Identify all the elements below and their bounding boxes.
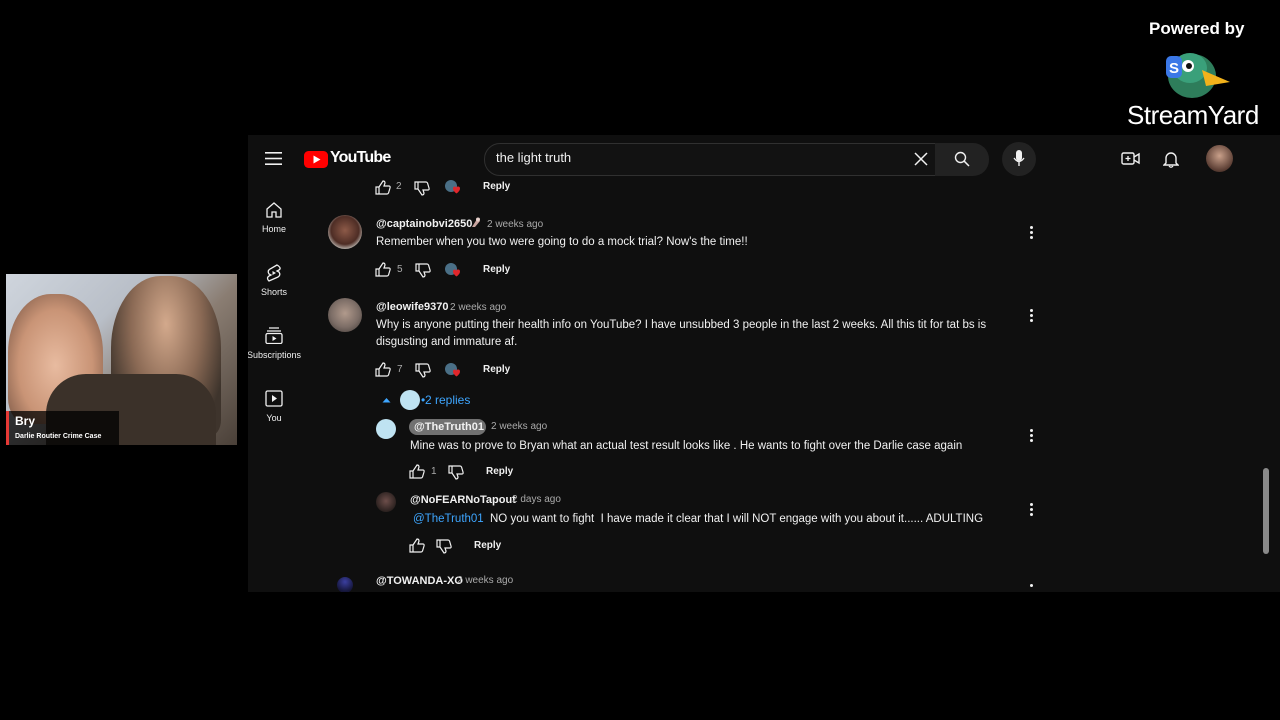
comment-menu-icon-partial[interactable] bbox=[1030, 584, 1033, 587]
comment-thread: @captainobvi2650 2 weeks ago Remember wh… bbox=[328, 215, 1048, 279]
like-icon[interactable] bbox=[375, 262, 391, 277]
replies-toggle[interactable]: 2 replies • bbox=[381, 390, 491, 410]
dislike-icon[interactable] bbox=[414, 181, 430, 196]
comment-author[interactable]: @TOWANDA-XO bbox=[376, 575, 463, 587]
comment-avatar[interactable] bbox=[328, 215, 362, 249]
sidebar-item-you[interactable]: You bbox=[248, 384, 304, 432]
reply-timestamp[interactable]: 2 days ago bbox=[512, 494, 561, 505]
like-icon[interactable] bbox=[375, 362, 391, 377]
reply-avatar[interactable] bbox=[376, 419, 396, 439]
creator-heart-icon bbox=[444, 262, 462, 278]
dislike-icon[interactable] bbox=[448, 465, 464, 480]
replies-count: 2 replies bbox=[425, 393, 471, 407]
youtube-window: YouTube the light truth Home Shorts Subs… bbox=[248, 135, 1280, 592]
sidebar-label-shorts: Shorts bbox=[260, 287, 287, 297]
streamyard-mascot-icon: S bbox=[1160, 46, 1232, 102]
reply-text: Mine was to prove to Bryan what an actua… bbox=[410, 440, 963, 452]
dislike-icon[interactable] bbox=[415, 263, 431, 278]
dislike-icon[interactable] bbox=[415, 363, 431, 378]
chevron-up-icon bbox=[382, 397, 391, 403]
replies-toggle-bullet: • bbox=[421, 393, 426, 407]
sidebar-label-you: You bbox=[266, 413, 282, 423]
reply-button[interactable]: Reply bbox=[483, 181, 510, 192]
comment-thread: @leowife9370 2 weeks ago Why is anyone p… bbox=[328, 298, 1048, 380]
menu-icon[interactable] bbox=[265, 152, 282, 165]
sidebar: Home Shorts Subscriptions You bbox=[248, 195, 301, 435]
sidebar-item-home[interactable]: Home bbox=[248, 195, 304, 243]
camera-name: Bry bbox=[15, 414, 36, 428]
comment-author[interactable]: @leowife9370 bbox=[376, 301, 448, 313]
sidebar-label-subscriptions: Subscriptions bbox=[248, 350, 302, 360]
member-badge-icon bbox=[471, 217, 481, 228]
scrollbar-thumb[interactable] bbox=[1263, 468, 1269, 554]
reply-avatar[interactable] bbox=[376, 492, 396, 512]
search-input[interactable]: the light truth bbox=[496, 150, 571, 165]
comment-menu-icon[interactable] bbox=[1030, 309, 1033, 324]
clear-search-icon[interactable] bbox=[914, 152, 928, 166]
reply-author[interactable]: @NoFEARNoTapout bbox=[410, 494, 516, 506]
svg-text:S: S bbox=[1169, 60, 1179, 77]
dislike-icon[interactable] bbox=[436, 539, 452, 554]
comment-actions-previous: 2 Reply bbox=[375, 179, 535, 197]
like-icon[interactable] bbox=[409, 538, 425, 553]
reply-button[interactable]: Reply bbox=[483, 364, 510, 375]
comment-text-line-2: disgusting and immature af. bbox=[376, 336, 518, 348]
microphone-icon bbox=[1013, 150, 1025, 167]
sidebar-item-subscriptions[interactable]: Subscriptions bbox=[248, 321, 304, 369]
you-icon bbox=[265, 390, 283, 407]
like-icon[interactable] bbox=[409, 464, 425, 479]
comment-avatar[interactable] bbox=[337, 577, 353, 592]
camera-subtitle: Darlie Routier Crime Case bbox=[15, 433, 102, 440]
comment-avatar[interactable] bbox=[328, 298, 362, 332]
subscriptions-icon bbox=[265, 327, 283, 344]
search-icon bbox=[954, 151, 970, 167]
comment-menu-icon[interactable] bbox=[1030, 226, 1033, 241]
camera-name-tag: Bry Darlie Routier Crime Case bbox=[6, 411, 119, 445]
sidebar-label-home: Home bbox=[261, 224, 286, 234]
camera-feed: Bry Darlie Routier Crime Case bbox=[6, 274, 237, 445]
comment-timestamp[interactable]: 2 weeks ago bbox=[450, 302, 506, 313]
comment-timestamp[interactable]: 2 weeks ago bbox=[487, 219, 543, 230]
account-avatar[interactable] bbox=[1206, 145, 1233, 172]
like-count: 7 bbox=[397, 364, 403, 375]
comment-text-line-1: Why is anyone putting their health info … bbox=[376, 319, 987, 331]
like-icon[interactable] bbox=[375, 180, 391, 195]
comment-thread: @TOWANDA-XO 2 weeks ago bbox=[328, 574, 1048, 592]
creator-heart-icon bbox=[444, 179, 462, 195]
reply-author[interactable]: @TheTruth01 bbox=[414, 421, 484, 433]
comment-timestamp[interactable]: 2 weeks ago bbox=[457, 575, 513, 586]
like-count: 1 bbox=[431, 466, 437, 477]
home-icon bbox=[265, 201, 283, 218]
reply-menu-icon[interactable] bbox=[1030, 429, 1033, 444]
like-count: 2 bbox=[396, 181, 402, 192]
reply-button[interactable]: Reply bbox=[486, 466, 513, 477]
reply-menu-icon[interactable] bbox=[1030, 503, 1033, 518]
reply-thread: @TheTruth01 2 weeks ago Mine was to prov… bbox=[376, 419, 1056, 481]
reply-timestamp[interactable]: 2 weeks ago bbox=[491, 421, 547, 432]
youtube-logo-text[interactable]: YouTube bbox=[330, 149, 391, 167]
comment-author[interactable]: @captainobvi2650 bbox=[376, 218, 472, 230]
notifications-bell-icon[interactable] bbox=[1163, 150, 1179, 168]
comment-text: Remember when you two were going to do a… bbox=[376, 236, 748, 248]
sidebar-item-shorts[interactable]: Shorts bbox=[248, 258, 304, 306]
creator-heart-icon bbox=[444, 362, 462, 378]
reply-thread: @NoFEARNoTapout 2 days ago @TheTruth01 N… bbox=[376, 492, 1056, 554]
streamyard-logo-text: StreamYard bbox=[1127, 100, 1259, 130]
reply-button[interactable]: Reply bbox=[474, 540, 501, 551]
creator-avatar bbox=[400, 390, 420, 410]
powered-by-label: Powered by bbox=[1149, 19, 1245, 38]
reply-button[interactable]: Reply bbox=[483, 264, 510, 275]
reply-mention-link[interactable]: @TheTruth01 bbox=[413, 511, 484, 528]
reply-text: NO you want to fight I have made it clea… bbox=[490, 513, 984, 525]
like-count: 5 bbox=[397, 264, 403, 275]
create-video-icon[interactable] bbox=[1121, 151, 1140, 166]
shorts-icon bbox=[266, 264, 282, 282]
youtube-logo-icon[interactable] bbox=[304, 151, 328, 168]
